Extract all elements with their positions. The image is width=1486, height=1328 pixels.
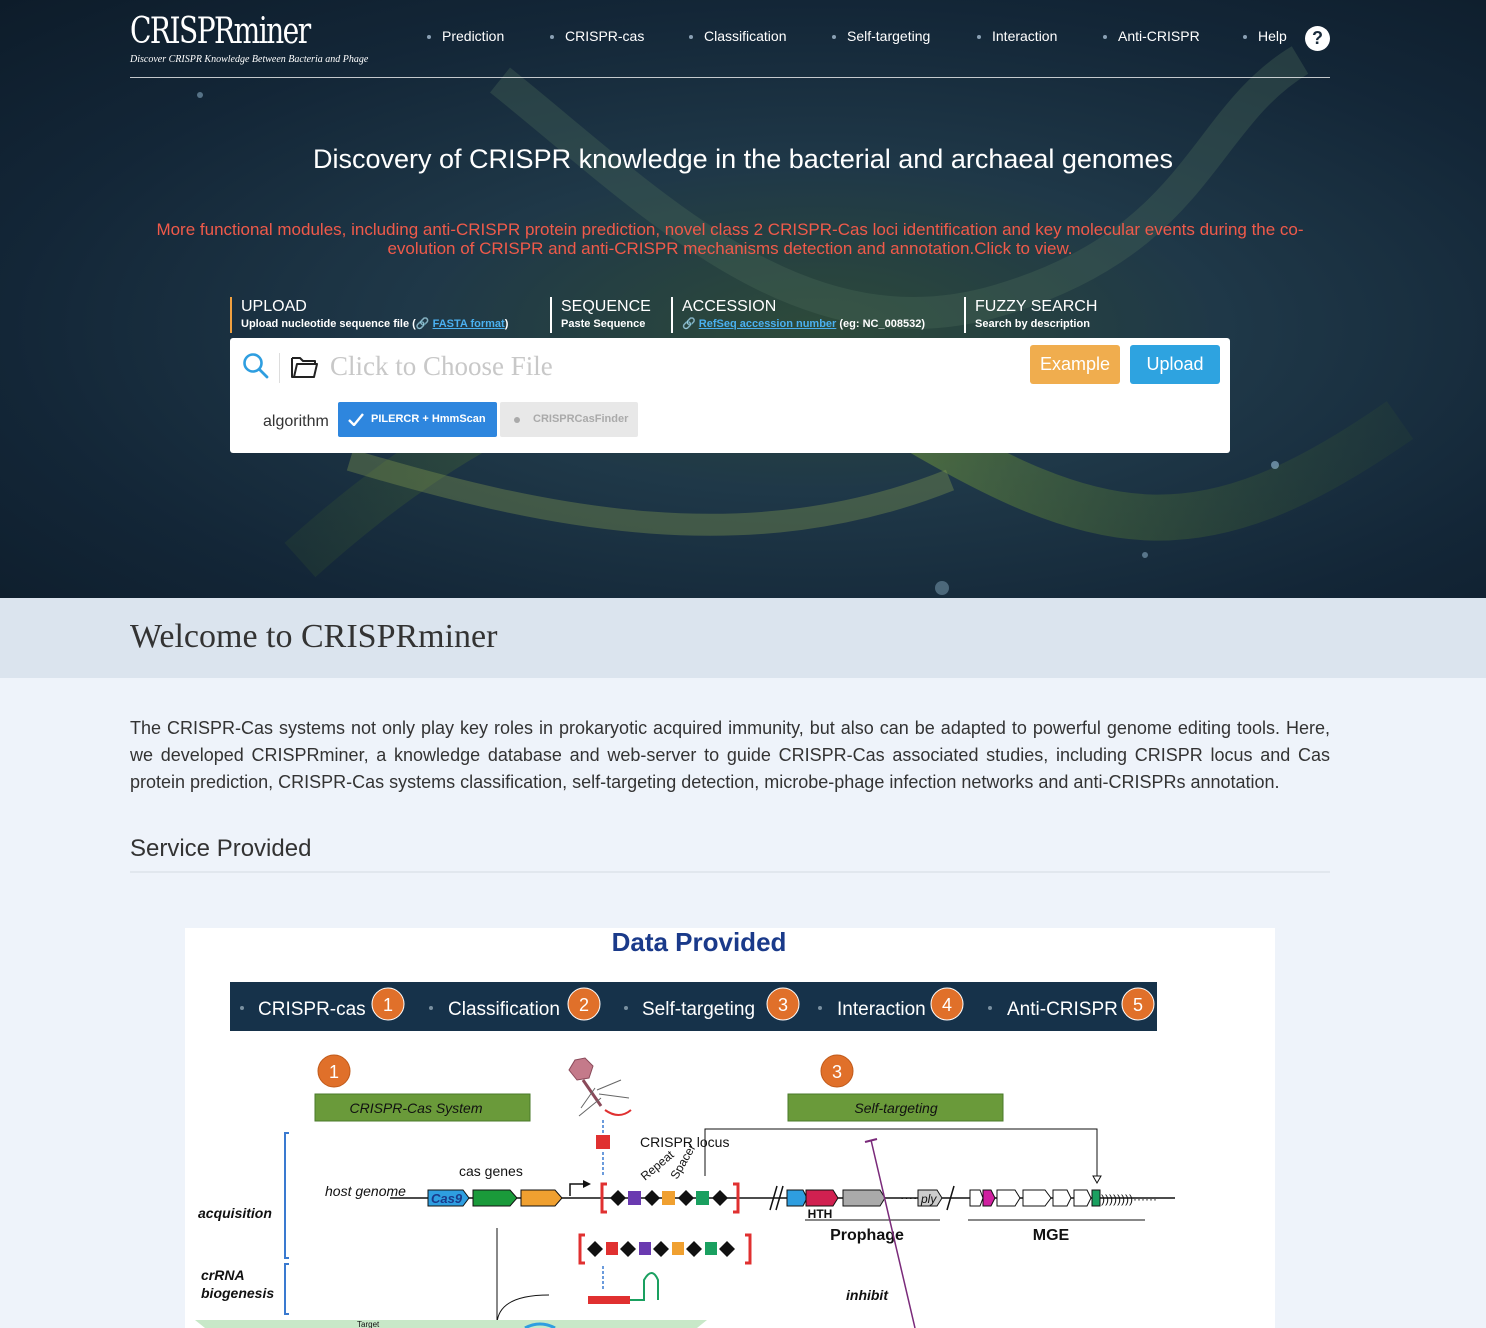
search-icon xyxy=(243,353,269,379)
target-label: Target xyxy=(357,1320,380,1328)
panel-3-badge: 3 xyxy=(820,1054,854,1088)
crrna-label: crRNA xyxy=(201,1267,245,1283)
panel-3-label: Self-targeting xyxy=(854,1100,937,1116)
crispr-array xyxy=(600,1182,740,1214)
search-box: Example Upload algorithm PILERCR + HmmSc… xyxy=(230,338,1230,453)
tab-upload[interactable]: UPLOAD Upload nucleotide sequence file (… xyxy=(230,297,508,333)
svg-text:Interaction: Interaction xyxy=(837,999,926,1020)
algorithm-label: algorithm xyxy=(263,413,329,430)
svg-text:))))))))······: ))))))))······ xyxy=(1101,1192,1157,1206)
data-provided-diagram: Data Provided CRISPR-cas 1 Classificatio… xyxy=(185,928,1275,1328)
algorithm-option-pilercr[interactable]: PILERCR + HmmScan xyxy=(338,402,497,437)
nav-help[interactable]: Help xyxy=(1243,28,1287,44)
crrna-array xyxy=(578,1233,752,1265)
hero-title: Discovery of CRISPR knowledge in the bac… xyxy=(313,144,1173,174)
tab-upload-title: UPLOAD xyxy=(241,298,307,315)
tab-upload-sub: Upload nucleotide sequence file (🔗 FASTA… xyxy=(241,318,509,330)
upload-button[interactable]: Upload xyxy=(1130,345,1220,384)
phage-icon xyxy=(568,1057,632,1117)
diagram-title: Data Provided xyxy=(612,928,787,957)
svg-text:ply: ply xyxy=(920,1192,937,1206)
service-divider xyxy=(130,871,1330,873)
logo-title: CRISPRminer xyxy=(130,11,311,52)
svg-text:CRISPR-cas: CRISPR-cas xyxy=(258,999,366,1020)
nav-interaction[interactable]: Interaction xyxy=(976,28,1057,44)
hero-banner: CRISPRminer Discover CRISPR Knowledge Be… xyxy=(0,0,1486,598)
repeat-label: Repeat xyxy=(638,1147,677,1183)
spacer-acquisition-mark xyxy=(596,1135,610,1149)
nav-prediction[interactable]: Prediction xyxy=(426,28,504,44)
radio-dot-icon xyxy=(514,417,520,423)
help-icon[interactable]: ? xyxy=(1305,26,1330,51)
file-chooser-input[interactable] xyxy=(330,346,930,386)
host-genome-label: host genome xyxy=(325,1183,406,1199)
check-icon xyxy=(348,413,364,426)
svg-text:Self-targeting: Self-targeting xyxy=(642,999,755,1020)
link-icon: 🔗 xyxy=(682,318,696,330)
svg-text:1: 1 xyxy=(383,995,393,1015)
site-logo[interactable]: CRISPRminer Discover CRISPR Knowledge Be… xyxy=(130,10,368,65)
nav-self-targeting[interactable]: Self-targeting xyxy=(831,28,930,44)
tab-accession-sub: 🔗 RefSeq accession number (eg: NC_008532… xyxy=(682,318,925,330)
nav-classification[interactable]: Classification xyxy=(688,28,786,44)
tab-fuzzy-sub: Search by description xyxy=(975,318,1090,330)
cas-genes-label: cas genes xyxy=(459,1163,523,1179)
acquisition-label: acquisition xyxy=(198,1205,272,1221)
tab-sequence-sub: Paste Sequence xyxy=(561,318,646,330)
tab-accession[interactable]: ACCESSION 🔗 RefSeq accession number (eg:… xyxy=(671,297,925,333)
hth-label: HTH xyxy=(808,1207,833,1221)
nav-crispr-cas[interactable]: CRISPR-cas xyxy=(549,28,644,44)
svg-text:Cas9: Cas9 xyxy=(431,1191,463,1206)
svg-text:2: 2 xyxy=(579,995,589,1015)
divider xyxy=(279,353,280,383)
svg-text:3: 3 xyxy=(832,1062,842,1082)
example-button[interactable]: Example xyxy=(1030,345,1120,384)
nav-anti-crispr[interactable]: Anti-CRISPR xyxy=(1103,28,1200,44)
svg-text:3: 3 xyxy=(778,995,788,1015)
hero-notice-link[interactable]: More functional modules, including anti-… xyxy=(130,220,1330,258)
inhibit-label: inhibit xyxy=(846,1287,889,1303)
algorithm-option-crisprcasfinder[interactable]: CRISPRCasFinder xyxy=(500,402,638,437)
tab-sequence[interactable]: SEQUENCE Paste Sequence xyxy=(550,297,651,333)
svg-text:Anti-CRISPR: Anti-CRISPR xyxy=(1007,999,1118,1020)
biogenesis-label: biogenesis xyxy=(201,1285,274,1301)
svg-text:Classification: Classification xyxy=(448,999,560,1020)
folder-icon[interactable] xyxy=(290,354,320,380)
refseq-link[interactable]: RefSeq accession number xyxy=(699,318,837,330)
tab-fuzzy-title: FUZZY SEARCH xyxy=(975,298,1098,315)
svg-text:5: 5 xyxy=(1133,995,1143,1015)
fasta-format-link[interactable]: FASTA format xyxy=(433,318,505,330)
tab-sequence-title: SEQUENCE xyxy=(561,298,651,315)
svg-text:4: 4 xyxy=(942,995,952,1015)
panel-1-badge: 1 xyxy=(317,1054,351,1088)
panel-1-label: CRISPR-Cas System xyxy=(349,1100,482,1116)
top-nav: CRISPRminer Discover CRISPR Knowledge Be… xyxy=(130,0,1330,78)
mge-label: MGE xyxy=(1033,1227,1070,1244)
svg-text:1: 1 xyxy=(329,1062,339,1082)
logo-subtitle: Discover CRISPR Knowledge Between Bacter… xyxy=(130,54,369,65)
tab-fuzzy-search[interactable]: FUZZY SEARCH Search by description xyxy=(964,297,1097,333)
service-title: Service Provided xyxy=(130,835,312,862)
intro-paragraph: The CRISPR-Cas systems not only play key… xyxy=(130,718,1330,792)
welcome-title: Welcome to CRISPRminer xyxy=(130,618,498,655)
tab-accession-title: ACCESSION xyxy=(682,298,777,315)
link-icon: 🔗 xyxy=(415,318,430,330)
